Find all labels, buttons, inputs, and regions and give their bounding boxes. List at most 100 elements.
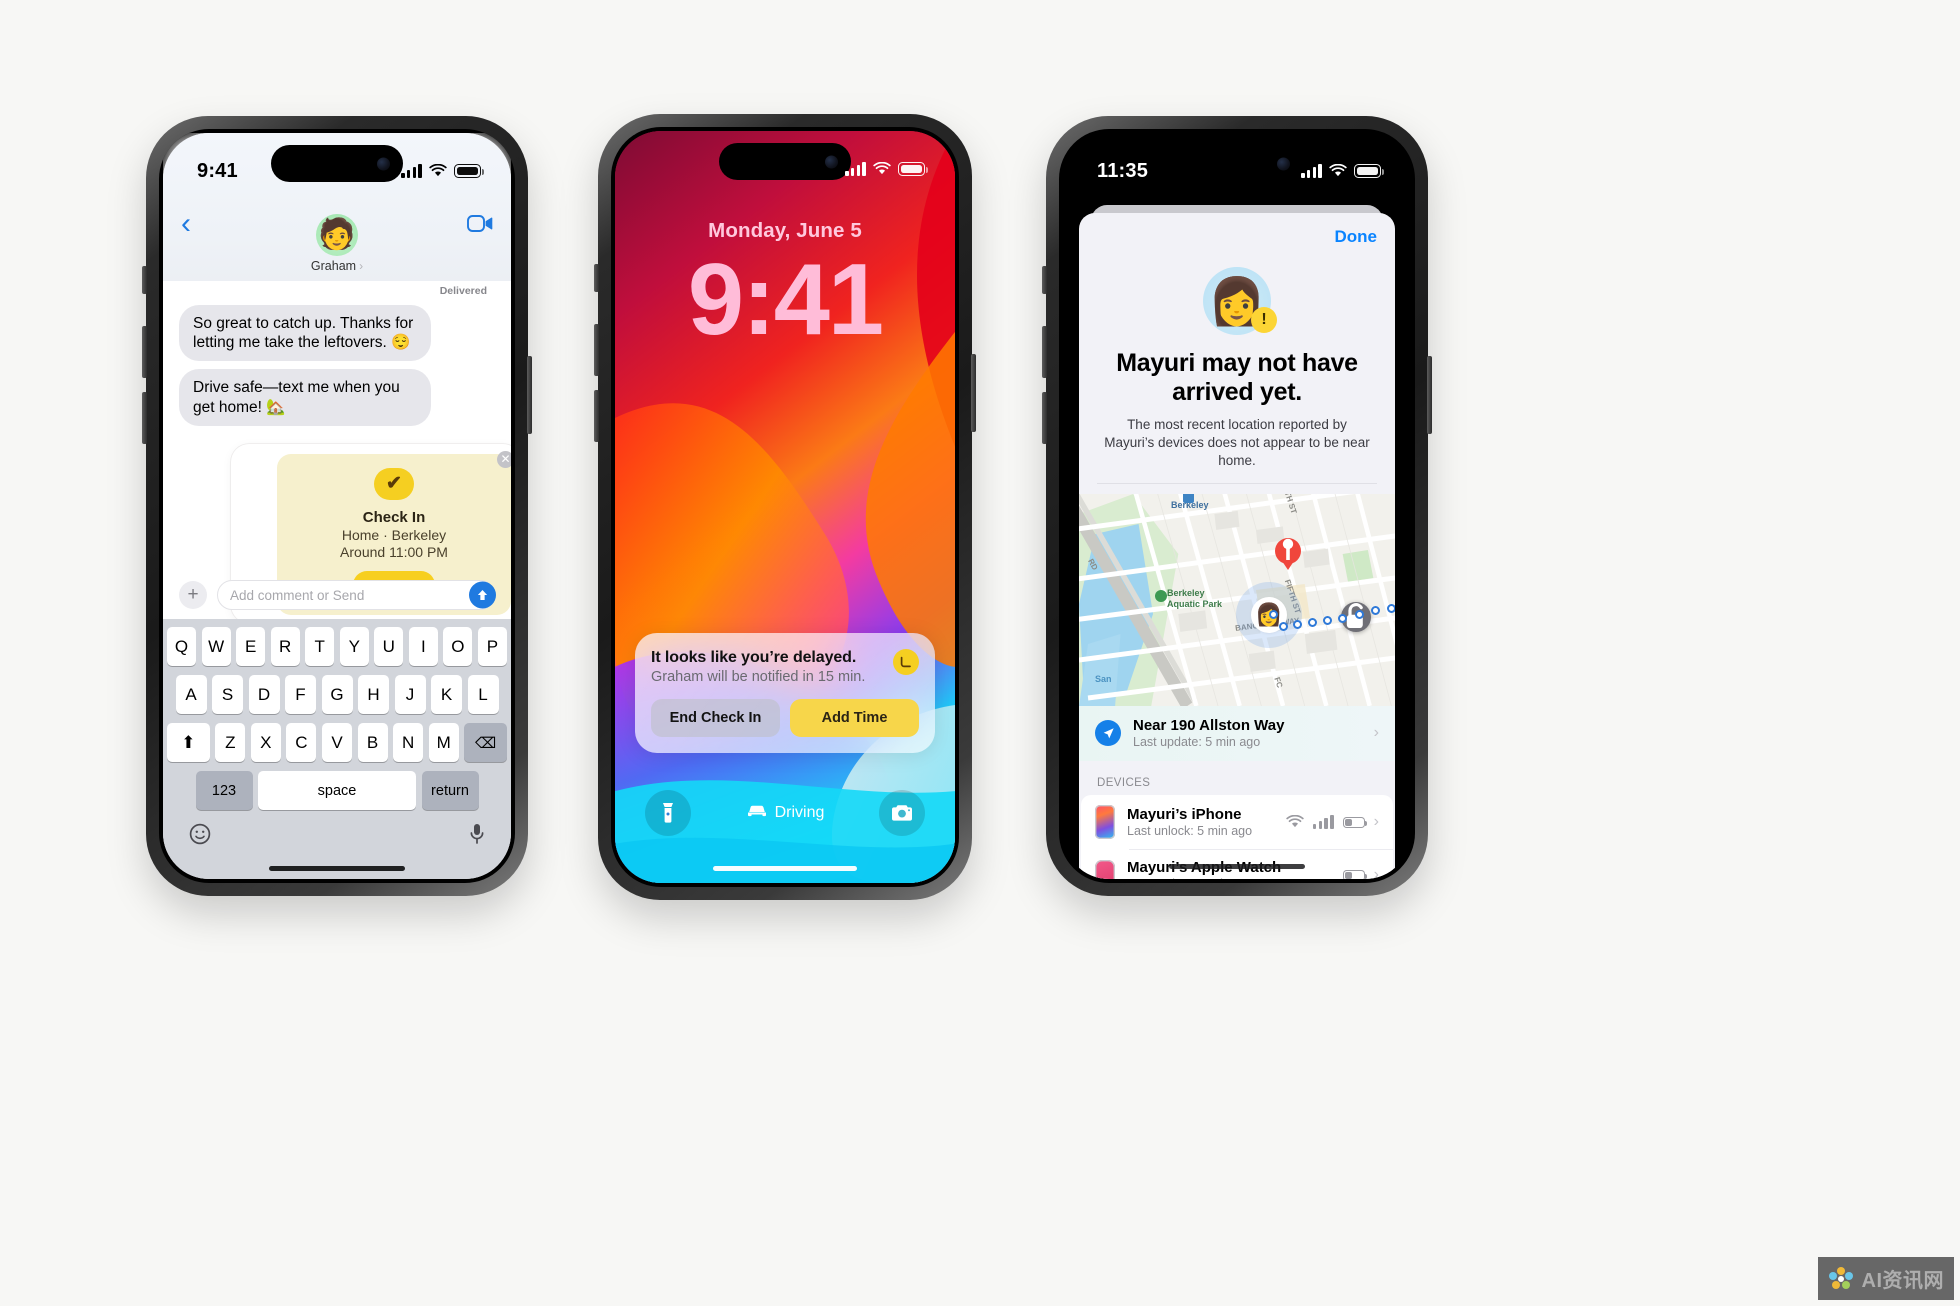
watermark: AI资讯网 (1817, 1257, 1954, 1300)
volume-down-button[interactable] (142, 392, 147, 444)
send-arrow-up-icon[interactable] (469, 581, 496, 609)
phone-lock-screen: Monday, June 5 9:41 It looks like you’re… (594, 114, 976, 900)
cellular-bars-icon (1312, 815, 1334, 830)
location-row[interactable]: Near 190 Allston Way Last update: 5 min … (1079, 706, 1395, 762)
key-k[interactable]: K (431, 675, 462, 714)
key-p[interactable]: P (477, 627, 507, 666)
key-x[interactable]: X (250, 723, 281, 762)
key-z[interactable]: Z (215, 723, 246, 762)
power-button[interactable] (971, 354, 976, 432)
divider (1097, 483, 1377, 485)
space-key[interactable]: space (258, 771, 416, 810)
key-y[interactable]: Y (339, 627, 369, 666)
key-o[interactable]: O (443, 627, 473, 666)
flower-logo-icon (1828, 1266, 1854, 1292)
comment-input[interactable]: Add comment or Send (217, 580, 496, 610)
list-item[interactable]: Mayuri’s iPhone Last unlock: 5 min ago › (1081, 795, 1393, 849)
status-time: 11:35 (1097, 159, 1149, 182)
navigation-arrow-icon (1095, 720, 1121, 747)
shift-up-arrow-icon[interactable]: ⬆ (167, 723, 210, 762)
key-c[interactable]: C (286, 723, 317, 762)
emoji-smiley-icon[interactable] (189, 823, 211, 851)
key-n[interactable]: N (393, 723, 424, 762)
mute-switch[interactable] (142, 266, 147, 294)
numbers-key[interactable]: 123 (195, 771, 253, 810)
volume-up-button[interactable] (142, 326, 147, 378)
apple-watch-thumbnail-icon (1095, 860, 1115, 879)
volume-down-button[interactable] (594, 390, 599, 442)
video-camera-icon[interactable] (467, 215, 493, 237)
comment-placeholder: Add comment or Send (230, 587, 365, 603)
avatar: 👩 ! (1203, 267, 1277, 335)
key-g[interactable]: G (321, 675, 353, 714)
lock-date: Monday, June 5 (708, 219, 862, 242)
message-bubble: So great to catch up. Thanks for letting… (179, 305, 431, 362)
volume-down-button[interactable] (1042, 392, 1047, 444)
keyboard-bottom-bar (167, 819, 507, 851)
key-q[interactable]: Q (167, 627, 197, 666)
page-subtitle: The most recent location reported by May… (1104, 417, 1370, 468)
done-button[interactable]: Done (1335, 227, 1378, 247)
map-destination-pin-icon[interactable] (1275, 538, 1301, 565)
keyboard-row-3: ⬆ Z X C V B N M ⌫ (167, 723, 507, 762)
volume-up-button[interactable] (1042, 326, 1047, 378)
check-in-delay-notification[interactable]: It looks like you’re delayed. Graham wil… (635, 633, 935, 753)
map-label-aquatic-park: Berkeley Aquatic Park (1167, 588, 1223, 609)
dynamic-island (1171, 145, 1303, 182)
power-button[interactable] (527, 356, 532, 434)
message-composer: + Add comment or Send (179, 573, 496, 617)
lock-time: 9:41 (687, 244, 884, 356)
end-check-in-button[interactable]: End Check In (651, 699, 780, 737)
device-subtitle: Last unlock: 5 min ago (1127, 824, 1253, 839)
page-title: Mayuri may not have arrived yet. (1116, 349, 1358, 406)
home-indicator (1169, 864, 1305, 869)
key-r[interactable]: R (270, 627, 300, 666)
microphone-icon[interactable] (469, 823, 485, 851)
camera-icon[interactable] (878, 790, 925, 836)
key-u[interactable]: U (374, 627, 404, 666)
battery-icon (1354, 164, 1384, 178)
backspace-delete-icon[interactable]: ⌫ (464, 723, 507, 762)
key-l[interactable]: L (467, 675, 499, 714)
volume-up-button[interactable] (594, 324, 599, 376)
device-name: Mayuri’s iPhone (1127, 806, 1242, 824)
key-w[interactable]: W (201, 627, 231, 666)
key-a[interactable]: A (175, 675, 207, 714)
key-e[interactable]: E (236, 627, 266, 666)
add-time-button[interactable]: Add Time (790, 699, 919, 737)
key-h[interactable]: H (358, 675, 389, 714)
key-t[interactable]: T (305, 627, 335, 666)
key-j[interactable]: J (394, 675, 426, 714)
map-view[interactable]: Berkeley Berkeley Aquatic Park FIFTH ST … (1079, 494, 1395, 707)
mute-switch[interactable] (594, 264, 599, 292)
key-s[interactable]: S (212, 675, 243, 714)
chevron-right-icon: › (1373, 724, 1379, 742)
contact-info[interactable]: 🧑 Graham › (311, 214, 363, 273)
mute-switch[interactable] (1042, 266, 1047, 294)
key-m[interactable]: M (428, 723, 459, 762)
key-d[interactable]: D (248, 675, 280, 714)
on-screen-keyboard[interactable]: Q W E R T Y U I O P A S D F G H J K L ⬆ … (163, 619, 511, 879)
dynamic-island (719, 143, 851, 180)
check-in-destination: Home · Berkeley (341, 526, 447, 543)
focus-status[interactable]: Driving (746, 803, 824, 823)
location-title: Near 190 Allston Way (1133, 717, 1285, 735)
power-button[interactable] (1427, 356, 1432, 434)
key-b[interactable]: B (357, 723, 388, 762)
battery-icon (1342, 816, 1367, 828)
transit-station-icon (1183, 494, 1194, 504)
flashlight-icon[interactable] (645, 790, 691, 836)
key-f[interactable]: F (285, 675, 316, 714)
notification-subtitle: Graham will be notified in 15 min. (651, 669, 866, 685)
close-circle-icon[interactable]: ✕ (497, 450, 511, 468)
check-in-eta: Around 11:00 PM (340, 543, 448, 560)
screenshot-canvas: 9:41 ‹ 🧑 Graham › Delivered So great to … (0, 0, 1960, 1306)
key-v[interactable]: V (321, 723, 353, 762)
trail-dot (1387, 604, 1395, 614)
plus-icon[interactable]: + (179, 581, 207, 609)
dynamic-island (271, 145, 403, 182)
key-i[interactable]: I (408, 627, 438, 666)
back-chevron-icon[interactable]: ‹ (181, 209, 191, 239)
home-indicator (713, 866, 857, 871)
return-key[interactable]: return (421, 771, 479, 810)
